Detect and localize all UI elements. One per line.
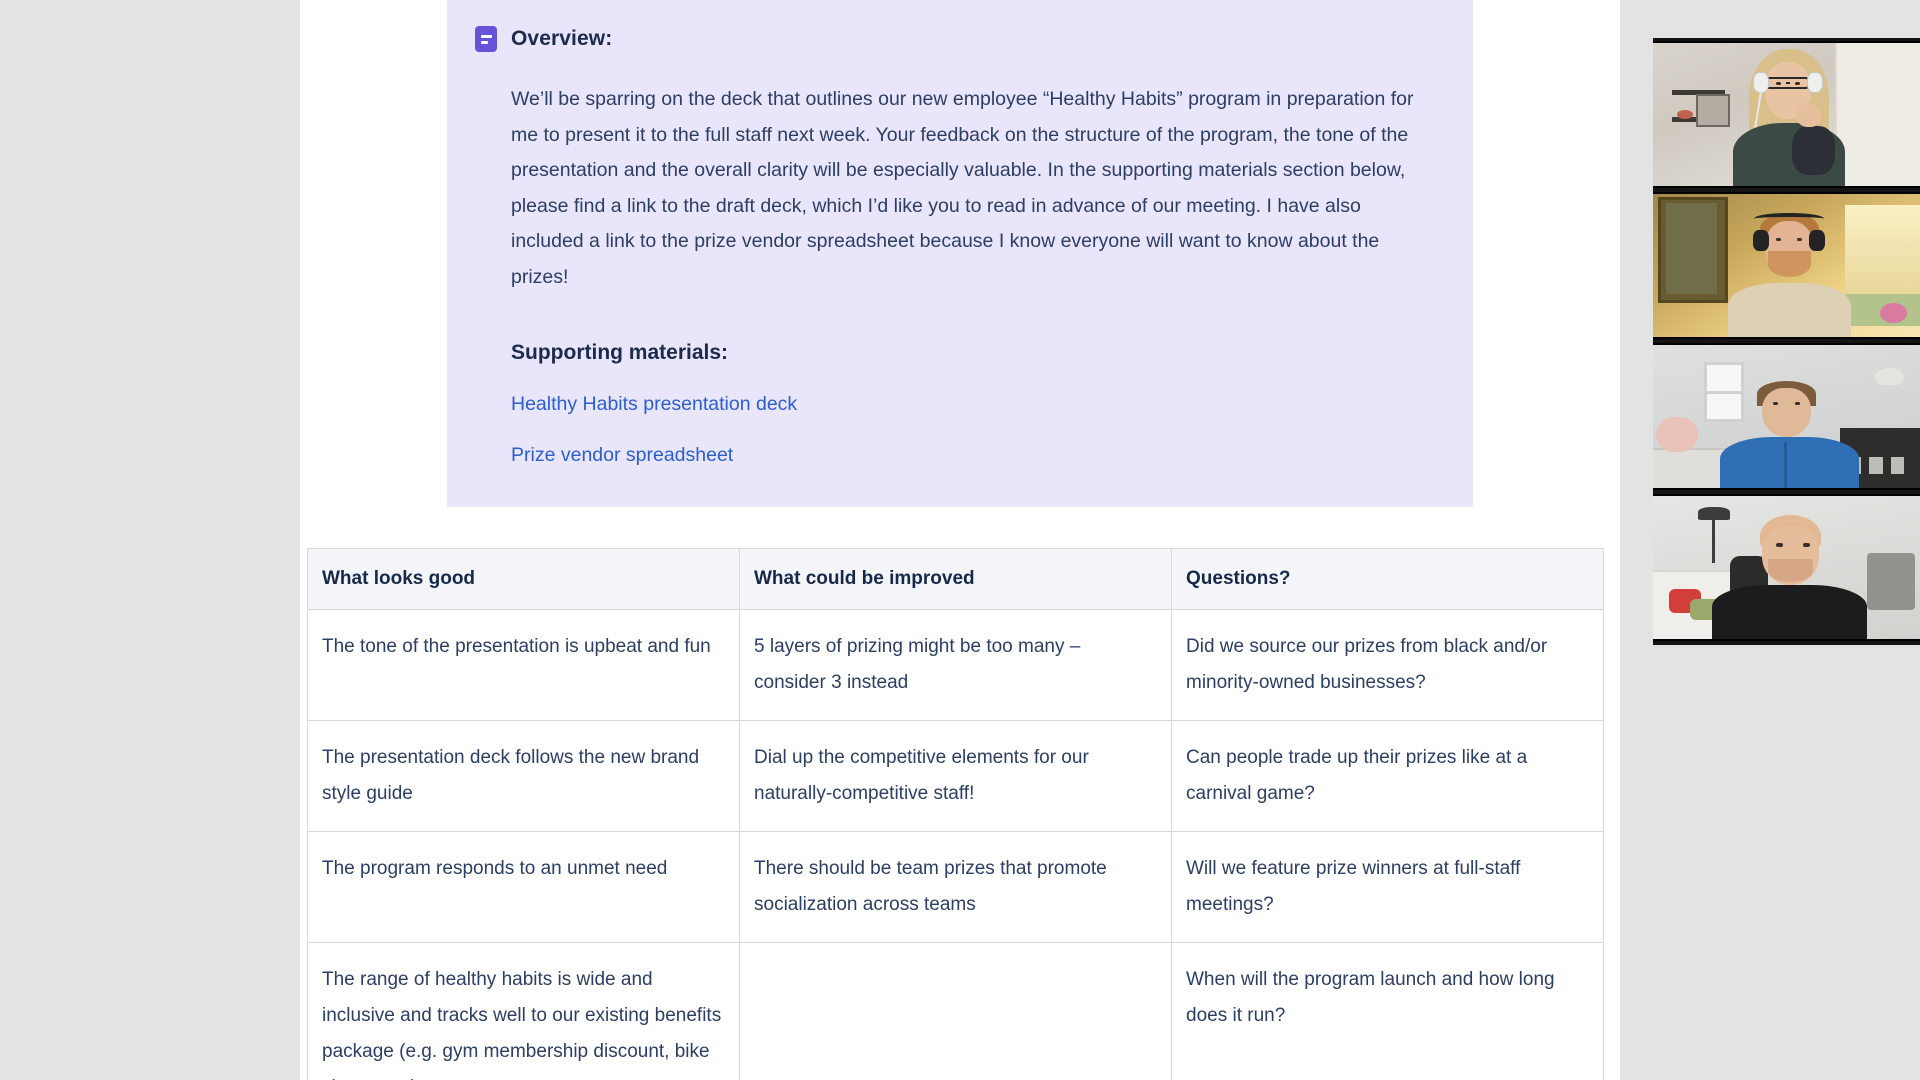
participant-video-frame bbox=[1653, 43, 1920, 186]
table-cell[interactable]: 5 layers of prizing might be too many – … bbox=[739, 609, 1172, 721]
table-cell[interactable]: The tone of the presentation is upbeat a… bbox=[307, 609, 740, 721]
table-cell[interactable]: When will the program launch and how lon… bbox=[1171, 942, 1604, 1080]
table-row: The presentation deck follows the new br… bbox=[307, 720, 1604, 832]
participant-video-tile-1[interactable] bbox=[1653, 41, 1920, 188]
table-cell[interactable]: The range of healthy habits is wide and … bbox=[307, 942, 740, 1080]
participant-video-frame bbox=[1653, 496, 1920, 639]
table-cell[interactable]: The program responds to an unmet need bbox=[307, 831, 740, 943]
participant-video-tile-3[interactable] bbox=[1653, 343, 1920, 490]
column-header-questions[interactable]: Questions? bbox=[1171, 548, 1604, 610]
table-cell[interactable] bbox=[739, 942, 1172, 1080]
overview-callout-panel: Overview: We’ll be sparring on the deck … bbox=[447, 0, 1473, 507]
supporting-materials-title: Supporting materials: bbox=[511, 341, 729, 364]
shared-document-surface: Overview: We’ll be sparring on the deck … bbox=[300, 0, 1620, 1080]
app-root: Overview: We’ll be sparring on the deck … bbox=[0, 0, 1920, 1080]
table-cell[interactable]: There should be team prizes that promote… bbox=[739, 831, 1172, 943]
participant-video-frame bbox=[1653, 194, 1920, 337]
table-row: The tone of the presentation is upbeat a… bbox=[307, 609, 1604, 721]
participant-video-tile-2[interactable] bbox=[1653, 192, 1920, 339]
table-row: The range of healthy habits is wide and … bbox=[307, 942, 1604, 1080]
column-header-what-looks-good[interactable]: What looks good bbox=[307, 548, 740, 610]
feedback-table: What looks good What could be improved Q… bbox=[307, 548, 1604, 1080]
video-filmstrip bbox=[1653, 38, 1920, 645]
link-healthy-habits-presentation-deck[interactable]: Healthy Habits presentation deck bbox=[511, 393, 797, 415]
feedback-table-wrapper: What looks good What could be improved Q… bbox=[307, 548, 1604, 1080]
table-cell[interactable]: Did we source our prizes from black and/… bbox=[1171, 609, 1604, 721]
note-icon bbox=[475, 26, 497, 52]
table-cell[interactable]: Dial up the competitive elements for our… bbox=[739, 720, 1172, 832]
supporting-material-link-row-2: Prize vendor spreadsheet bbox=[475, 444, 1445, 467]
table-cell[interactable]: Will we feature prize winners at full-st… bbox=[1171, 831, 1604, 943]
overview-body-text: We’ll be sparring on the deck that outli… bbox=[511, 88, 1414, 288]
table-cell[interactable]: Can people trade up their prizes like at… bbox=[1171, 720, 1604, 832]
supporting-material-link-row-1: Healthy Habits presentation deck bbox=[475, 393, 1445, 416]
table-header-row: What looks good What could be improved Q… bbox=[307, 548, 1604, 610]
document-scroll-area[interactable]: Overview: We’ll be sparring on the deck … bbox=[300, 0, 1620, 1080]
table-cell[interactable]: The presentation deck follows the new br… bbox=[307, 720, 740, 832]
participant-video-tile-4[interactable] bbox=[1653, 494, 1920, 641]
link-prize-vendor-spreadsheet[interactable]: Prize vendor spreadsheet bbox=[511, 444, 733, 466]
overview-header-row: Overview: bbox=[475, 26, 1445, 52]
overview-title: Overview: bbox=[511, 27, 613, 50]
column-header-what-could-be-improved[interactable]: What could be improved bbox=[739, 548, 1172, 610]
table-row: The program responds to an unmet need Th… bbox=[307, 831, 1604, 943]
participant-video-frame bbox=[1653, 345, 1920, 488]
